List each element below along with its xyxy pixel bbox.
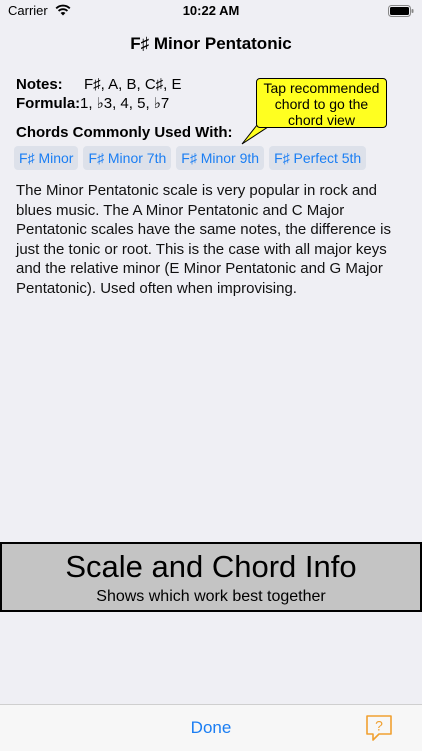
banner-subtitle: Shows which work best together <box>96 588 326 605</box>
tooltip-line: chord view <box>288 112 355 128</box>
chords-heading: Chords Commonly Used With: <box>16 124 233 141</box>
formula-value: 1, ♭3, 4, 5, ♭7 <box>80 95 170 112</box>
tooltip-line: chord to go the <box>274 96 369 112</box>
chord-chip-f-sharp-perfect-5th[interactable]: F♯ Perfect 5th <box>269 146 367 170</box>
battery-icon <box>388 5 414 17</box>
tooltip-callout: Tap recommended chord to go the chord vi… <box>256 78 387 128</box>
status-time: 10:22 AM <box>182 3 240 18</box>
chord-chip-f-sharp-minor-9th[interactable]: F♯ Minor 9th <box>176 146 265 170</box>
chord-chip-list: F♯ Minor F♯ Minor 7th F♯ Minor 9th F♯ Pe… <box>14 146 367 170</box>
chord-chip-f-sharp-minor-7th[interactable]: F♯ Minor 7th <box>83 146 172 170</box>
notes-value: F♯, A, B, C♯, E <box>84 76 182 93</box>
page-title: F♯ Minor Pentatonic <box>130 34 292 53</box>
done-button[interactable]: Done <box>0 718 422 738</box>
tooltip-line: Tap recommended <box>263 80 380 96</box>
help-icon[interactable]: ? <box>364 713 394 743</box>
feature-banner: Scale and Chord Info Shows which work be… <box>0 542 422 612</box>
bottom-toolbar: Done ? <box>0 704 422 751</box>
formula-row: Formula:1, ♭3, 4, 5, ♭7 <box>16 94 169 112</box>
help-glyph: ? <box>375 718 383 734</box>
notes-row: Notes: F♯, A, B, C♯, E <box>16 76 182 93</box>
notes-label: Notes: <box>16 76 63 93</box>
status-bar: Carrier 10:22 AM <box>0 0 422 22</box>
banner-title: Scale and Chord Info <box>65 549 357 584</box>
scale-description: The Minor Pentatonic scale is very popul… <box>16 182 391 297</box>
chord-chip-f-sharp-minor[interactable]: F♯ Minor <box>14 146 79 170</box>
formula-label: Formula: <box>16 95 81 112</box>
